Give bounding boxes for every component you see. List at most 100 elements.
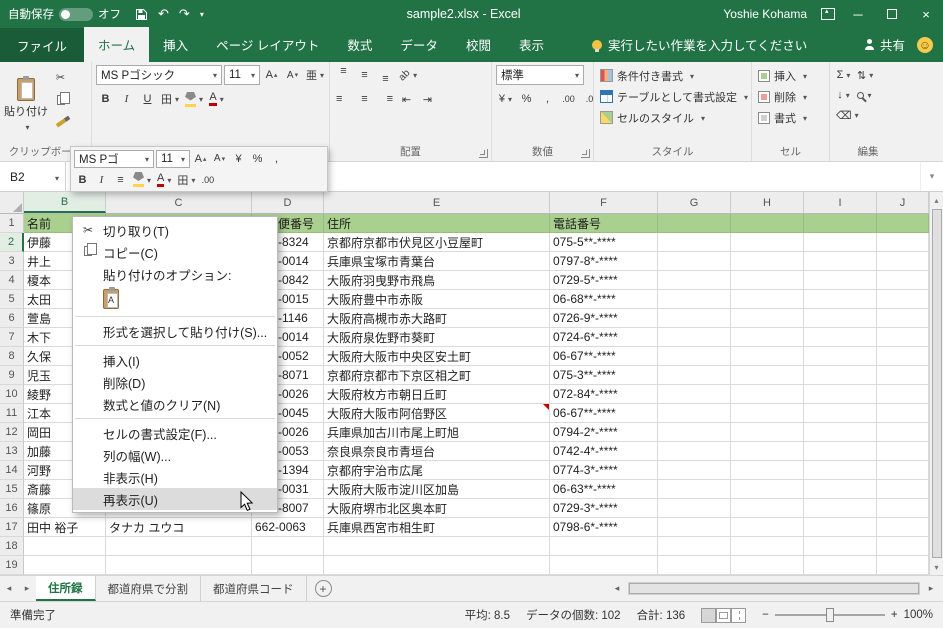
cell-G2[interactable]	[658, 233, 731, 252]
cell-F12[interactable]: 0794-2*-****	[550, 423, 658, 442]
cell-J11[interactable]	[877, 404, 929, 423]
cell-E15[interactable]: 大阪府大阪市淀川区加島	[324, 480, 550, 499]
cell-J9[interactable]	[877, 366, 929, 385]
cell-G4[interactable]	[658, 271, 731, 290]
select-all-corner[interactable]	[0, 192, 24, 213]
zoom-slider[interactable]	[774, 608, 885, 622]
cell-D18[interactable]	[252, 537, 324, 556]
cell-J15[interactable]	[877, 480, 929, 499]
hscroll-right-icon[interactable]: ▸	[922, 583, 940, 594]
sheet-nav-right-icon[interactable]: ▸	[18, 576, 36, 601]
column-header-I[interactable]: I	[804, 192, 877, 213]
cell-J16[interactable]	[877, 499, 929, 518]
cell-E4[interactable]: 大阪府羽曳野市飛鳥	[324, 271, 550, 290]
menu-item-clear-contents[interactable]: 数式と値のクリア(N)	[73, 393, 277, 415]
cell-E8[interactable]: 大阪府大阪市中央区安土町	[324, 347, 550, 366]
cell-F14[interactable]: 0774-3*-****	[550, 461, 658, 480]
mini-decimal-button[interactable]: .00	[199, 171, 216, 189]
cell-F11[interactable]: 06-67**-****	[550, 404, 658, 423]
column-header-D[interactable]: D	[252, 192, 324, 213]
cell-H18[interactable]	[731, 537, 804, 556]
cell-E19[interactable]	[324, 556, 550, 575]
new-sheet-button[interactable]: +	[314, 580, 332, 597]
ribbon-tab-1[interactable]: 挿入	[149, 27, 202, 62]
scroll-down-icon[interactable]: ▾	[930, 559, 943, 575]
cell-I12[interactable]	[804, 423, 877, 442]
find-select-button[interactable]	[855, 85, 874, 105]
formula-bar-expand-icon[interactable]: ▾	[920, 162, 943, 191]
ribbon-tab-3[interactable]: 数式	[333, 27, 386, 62]
row-header-8[interactable]: 8	[0, 347, 24, 366]
cell-J17[interactable]	[877, 518, 929, 537]
cell-I18[interactable]	[804, 537, 877, 556]
cell-E17[interactable]: 兵庫県西宮市相生町	[324, 518, 550, 537]
percent-format-button[interactable]: %	[517, 89, 536, 109]
cell-I8[interactable]	[804, 347, 877, 366]
cell-J19[interactable]	[877, 556, 929, 575]
mini-grow-font-button[interactable]: A ▴	[192, 150, 209, 168]
save-icon[interactable]	[135, 8, 148, 21]
cell-F17[interactable]: 0798-6*-****	[550, 518, 658, 537]
format-cells-button[interactable]: 書式	[756, 107, 809, 128]
cell-F18[interactable]	[550, 537, 658, 556]
cell-G6[interactable]	[658, 309, 731, 328]
comma-format-button[interactable]: ,	[538, 89, 557, 109]
fill-button[interactable]: ↓	[834, 85, 853, 105]
cell-B17[interactable]: 田中 裕子	[24, 518, 106, 537]
page-break-view-icon[interactable]	[731, 607, 747, 623]
cell-J1[interactable]	[877, 214, 929, 233]
number-dialog-launcher-icon[interactable]	[581, 149, 590, 158]
cell-J10[interactable]	[877, 385, 929, 404]
cell-F5[interactable]: 06-68**-****	[550, 290, 658, 309]
cell-E18[interactable]	[324, 537, 550, 556]
cell-H10[interactable]	[731, 385, 804, 404]
cell-I9[interactable]	[804, 366, 877, 385]
tell-me-box[interactable]: 実行したい作業を入力してください	[591, 35, 807, 62]
mini-font-name-select[interactable]: MS Pゴ	[74, 149, 154, 168]
cell-I3[interactable]	[804, 252, 877, 271]
cell-J18[interactable]	[877, 537, 929, 556]
cell-C18[interactable]	[106, 537, 252, 556]
autosum-button[interactable]: Σ	[834, 65, 853, 85]
ribbon-tab-6[interactable]: 表示	[505, 27, 558, 62]
underline-button[interactable]: U	[138, 89, 157, 109]
scroll-up-icon[interactable]: ▴	[930, 192, 943, 208]
menu-item-delete[interactable]: 削除(D)	[73, 371, 277, 393]
grow-font-button[interactable]: A ▴	[262, 65, 281, 85]
align-middle-icon[interactable]: ≡	[355, 65, 374, 85]
row-header-16[interactable]: 16	[0, 499, 24, 518]
cell-H19[interactable]	[731, 556, 804, 575]
font-name-select[interactable]: MS Pゴシック	[96, 65, 222, 85]
horizontal-scrollbar[interactable]: ◂ ▸	[608, 576, 943, 601]
ribbon-tab-2[interactable]: ページ レイアウト	[202, 27, 333, 62]
row-header-7[interactable]: 7	[0, 328, 24, 347]
cell-G15[interactable]	[658, 480, 731, 499]
copy-icon[interactable]	[51, 90, 70, 110]
cell-I4[interactable]	[804, 271, 877, 290]
cell-G13[interactable]	[658, 442, 731, 461]
cell-J3[interactable]	[877, 252, 929, 271]
fill-color-button[interactable]	[183, 89, 205, 109]
menu-item-hide[interactable]: 非表示(H)	[73, 466, 277, 488]
cell-F15[interactable]: 06-63**-****	[550, 480, 658, 499]
horizontal-scroll-thumb[interactable]	[629, 583, 919, 594]
feedback-smiley-icon[interactable]	[917, 36, 933, 53]
cell-H6[interactable]	[731, 309, 804, 328]
sort-filter-button[interactable]: ⇅	[855, 65, 875, 85]
row-header-18[interactable]: 18	[0, 537, 24, 556]
cell-I2[interactable]	[804, 233, 877, 252]
normal-view-icon[interactable]	[701, 607, 717, 623]
row-header-17[interactable]: 17	[0, 518, 24, 537]
cell-H17[interactable]	[731, 518, 804, 537]
cell-G19[interactable]	[658, 556, 731, 575]
menu-item-paste-keep-formatting[interactable]: A	[73, 285, 277, 313]
row-header-19[interactable]: 19	[0, 556, 24, 575]
page-layout-view-icon[interactable]	[716, 607, 732, 623]
zoom-slider-thumb[interactable]	[825, 608, 834, 622]
cell-F6[interactable]: 0726-9*-****	[550, 309, 658, 328]
autosave-toggle[interactable]: 自動保存 オフ	[8, 6, 121, 22]
row-header-9[interactable]: 9	[0, 366, 24, 385]
cell-G17[interactable]	[658, 518, 731, 537]
cell-J6[interactable]	[877, 309, 929, 328]
row-header-3[interactable]: 3	[0, 252, 24, 271]
